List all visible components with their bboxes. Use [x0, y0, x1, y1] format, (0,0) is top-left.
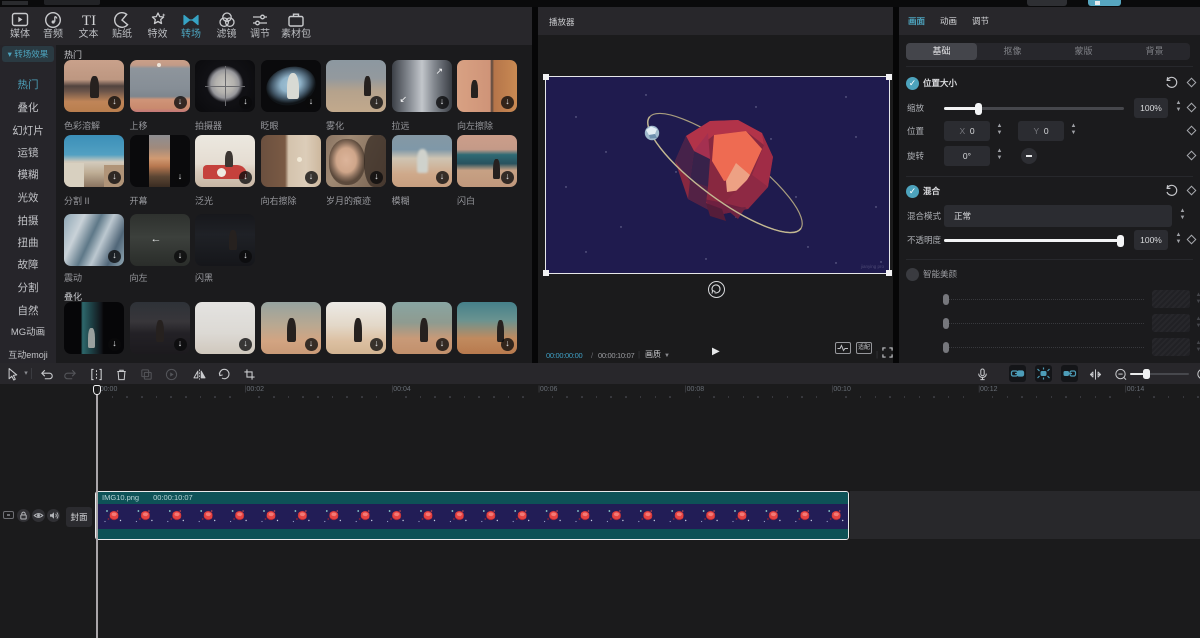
svg-text:jianying pro: jianying pro [860, 264, 885, 269]
svg-text:TI: TI [81, 13, 95, 29]
